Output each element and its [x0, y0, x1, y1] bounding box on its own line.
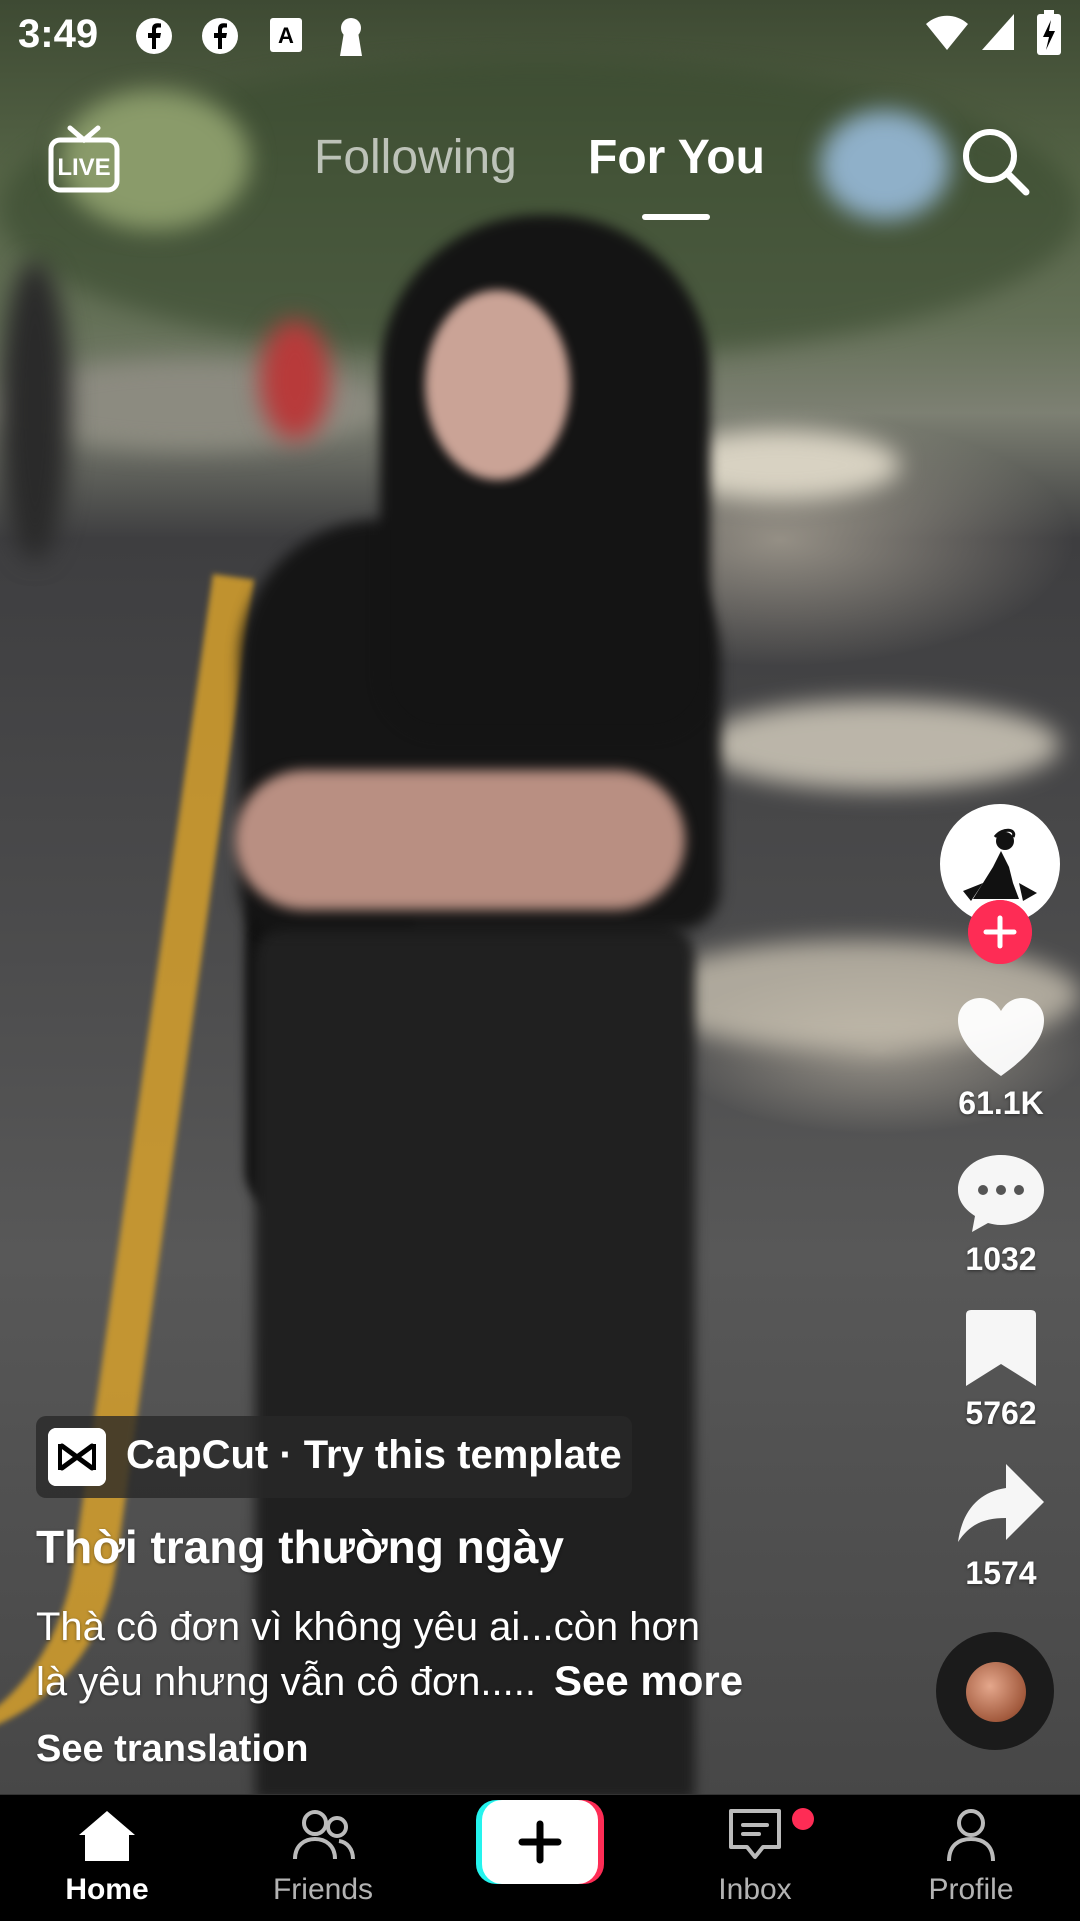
live-label: LIVE [57, 154, 110, 181]
video-description[interactable]: Thà cô đơn vì không yêu ai...còn hơn là … [36, 1600, 743, 1709]
person-hair [380, 215, 710, 735]
status-bar: 3:49 A [0, 0, 1080, 76]
like-count: 61.1K [958, 1085, 1044, 1121]
facebook-icon [202, 18, 238, 54]
pedestrian-blur [260, 320, 330, 440]
person-face [425, 290, 570, 480]
heart-icon [958, 998, 1044, 1076]
crosswalk-blur [700, 700, 1060, 790]
road-line [0, 551, 255, 1769]
nav-home[interactable]: Home [32, 1807, 182, 1907]
bookmark-button[interactable]: 5762 [940, 1306, 1062, 1432]
person-arms [235, 770, 685, 910]
home-icon [79, 1811, 135, 1861]
capcut-label: CapCut · Try this template [126, 1433, 622, 1477]
search-icon[interactable] [960, 126, 1032, 198]
comment-icon [958, 1155, 1044, 1232]
tab-for-you[interactable]: For You [588, 130, 765, 185]
description-line-2: là yêu nhưng vẫn cô đơn..... See more [36, 1654, 743, 1709]
plus-icon[interactable] [968, 900, 1032, 964]
nav-inbox-label: Inbox [718, 1873, 792, 1906]
capcut-template-button[interactable]: CapCut · Try this template [36, 1416, 632, 1498]
keyhole-icon [340, 18, 362, 56]
facebook-icon [136, 18, 172, 54]
bookmark-count: 5762 [965, 1395, 1037, 1431]
wifi-icon [926, 15, 968, 50]
app-store-icon: A [270, 18, 302, 52]
nav-profile[interactable]: Profile [896, 1807, 1046, 1907]
sign-blur [820, 110, 950, 220]
music-disc-icon[interactable] [936, 1632, 1054, 1750]
see-translation-link[interactable]: See translation [36, 1728, 308, 1771]
share-count: 1574 [965, 1555, 1037, 1591]
inbox-badge [792, 1808, 814, 1830]
video-title: Thời trang thường ngày [36, 1521, 565, 1573]
capcut-logo-icon [48, 1428, 106, 1486]
share-icon [958, 1464, 1044, 1542]
music-cover [966, 1662, 1026, 1722]
nav-profile-label: Profile [928, 1873, 1014, 1906]
bookmark-icon [966, 1310, 1036, 1386]
create-plus-icon[interactable] [476, 1800, 604, 1884]
svg-text:A: A [278, 23, 294, 48]
share-button[interactable]: 1574 [940, 1460, 1062, 1592]
comment-button[interactable]: 1032 [940, 1152, 1062, 1278]
active-tab-indicator [642, 214, 710, 220]
nav-home-label: Home [65, 1873, 149, 1906]
cellular-icon [982, 14, 1014, 50]
tab-following[interactable]: Following [314, 130, 517, 185]
nav-friends[interactable]: Friends [248, 1807, 398, 1907]
profile-icon [947, 1809, 995, 1862]
inbox-icon [729, 1809, 781, 1859]
battery-icon [1037, 10, 1061, 55]
live-tv-icon[interactable]: LIVE [48, 124, 120, 194]
comment-count: 1032 [965, 1241, 1037, 1277]
friends-icon [293, 1810, 355, 1860]
like-button[interactable]: 61.1K [940, 996, 1062, 1122]
description-line-1: Thà cô đơn vì không yêu ai...còn hơn [36, 1605, 700, 1649]
status-time: 3:49 [18, 12, 99, 56]
see-more-link[interactable]: See more [554, 1657, 743, 1704]
nav-friends-label: Friends [272, 1873, 374, 1906]
description-line-2-text: là yêu nhưng vẫn cô đơn..... [36, 1660, 536, 1704]
car-blur [0, 260, 70, 560]
